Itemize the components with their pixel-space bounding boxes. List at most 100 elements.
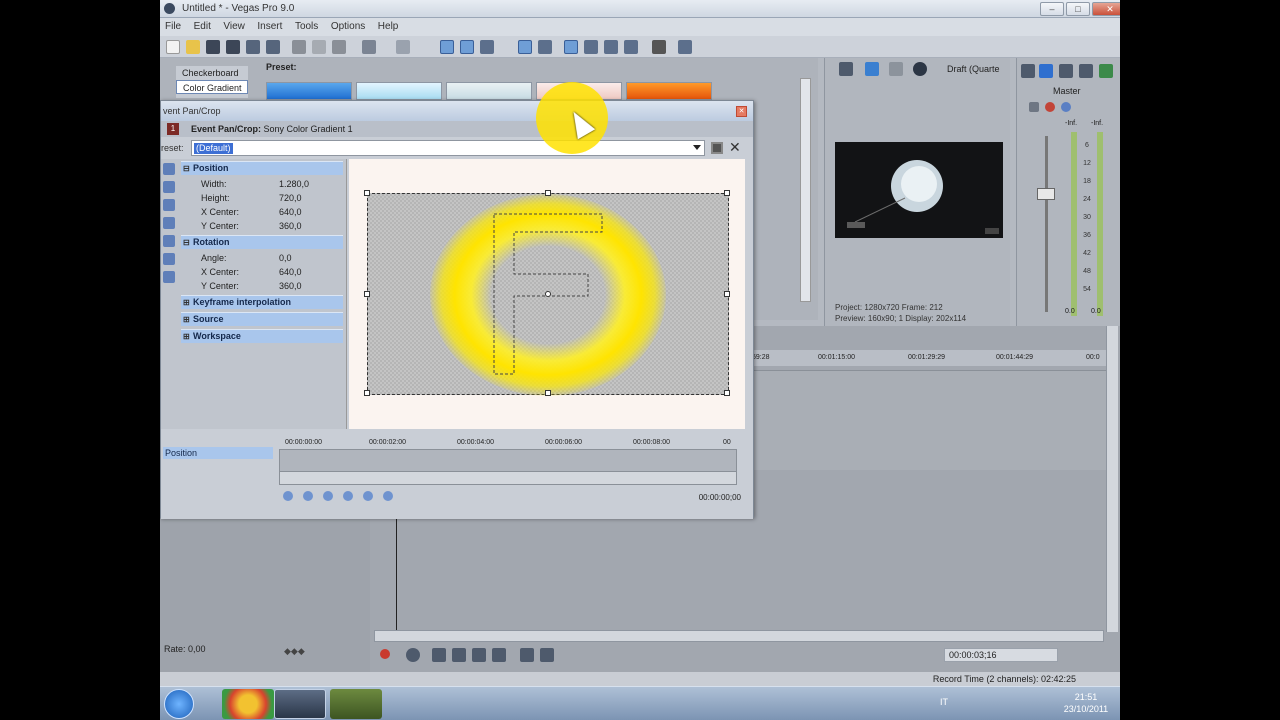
- go-to-end-icon[interactable]: [540, 648, 554, 662]
- render-icon[interactable]: [246, 40, 260, 54]
- prop-y-center[interactable]: Y Center: 360,0: [201, 219, 343, 233]
- lock-envelopes-icon[interactable]: [460, 40, 474, 54]
- preset-thumbnail[interactable]: [266, 82, 352, 100]
- media-scrollbar[interactable]: [800, 78, 811, 302]
- stop-icon[interactable]: [492, 648, 506, 662]
- vegas-task-icon[interactable]: [274, 689, 326, 719]
- bus-solo-icon[interactable]: [1061, 102, 1071, 112]
- category-position[interactable]: Position: [181, 161, 343, 175]
- prop-value[interactable]: 0,0: [279, 251, 292, 265]
- crop-handle[interactable]: [724, 390, 730, 396]
- crop-handle[interactable]: [545, 390, 551, 396]
- timeline-ruler[interactable]: 59:28 00:01:15:00 00:01:29:29 00:01:44:2…: [752, 350, 1108, 366]
- first-keyframe-icon[interactable]: [283, 491, 293, 501]
- go-to-start-icon[interactable]: [520, 648, 534, 662]
- category-rotation[interactable]: Rotation: [181, 235, 343, 249]
- play-from-start-icon[interactable]: [432, 648, 446, 662]
- dialog-close-button[interactable]: ✕: [736, 106, 747, 117]
- crop-handle[interactable]: [545, 190, 551, 196]
- split-screen-icon[interactable]: [889, 62, 903, 76]
- keyframe-ruler[interactable]: 00:00:00:00 00:00:02:00 00:00:04:00 00:0…: [281, 435, 735, 449]
- delete-keyframe-icon[interactable]: [383, 491, 393, 501]
- system-clock[interactable]: 21:51 23/10/2011: [1056, 691, 1116, 715]
- menu-view[interactable]: View: [218, 18, 250, 32]
- language-indicator[interactable]: IT: [940, 697, 948, 707]
- move-tool-icon[interactable]: [163, 181, 175, 193]
- preset-dropdown[interactable]: (Default): [191, 140, 705, 156]
- minimize-button[interactable]: –: [1040, 2, 1064, 16]
- menu-options[interactable]: Options: [326, 18, 370, 32]
- open-folder-icon[interactable]: [186, 40, 200, 54]
- prop-value[interactable]: 640,0: [279, 265, 302, 279]
- play-icon[interactable]: [452, 648, 466, 662]
- bus-mute-icon[interactable]: [1045, 102, 1055, 112]
- zoom-tool-icon[interactable]: [163, 199, 175, 211]
- last-keyframe-icon[interactable]: [343, 491, 353, 501]
- timeline-horizontal-scrollbar[interactable]: [374, 630, 1104, 642]
- envelope-tool-icon[interactable]: [564, 40, 578, 54]
- crop-frame[interactable]: [364, 190, 730, 396]
- prop-value[interactable]: 640,0: [279, 205, 302, 219]
- new-file-icon[interactable]: [166, 40, 180, 54]
- menu-insert[interactable]: Insert: [252, 18, 287, 32]
- move-freely-icon[interactable]: [163, 271, 175, 283]
- auto-ripple-icon[interactable]: [440, 40, 454, 54]
- paste-icon[interactable]: [332, 40, 346, 54]
- properties-icon[interactable]: [266, 40, 280, 54]
- lock-aspect-icon[interactable]: [163, 235, 175, 247]
- rate-slider[interactable]: ◆◆◆: [284, 646, 308, 656]
- track-events-area[interactable]: [752, 370, 1106, 470]
- previous-keyframe-icon[interactable]: [303, 491, 313, 501]
- close-button[interactable]: ✕: [1092, 2, 1120, 16]
- copy-icon[interactable]: [312, 40, 326, 54]
- preview-quality-select[interactable]: Draft (Quarte: [947, 64, 1000, 74]
- tree-item-color-gradient[interactable]: Color Gradient: [176, 80, 248, 94]
- recorder-task-icon[interactable]: [330, 689, 382, 719]
- save-as-icon[interactable]: [226, 40, 240, 54]
- cut-icon[interactable]: [292, 40, 306, 54]
- chevron-down-icon[interactable]: [693, 145, 701, 150]
- prop-value[interactable]: 1.280,0: [279, 177, 309, 191]
- menu-tools[interactable]: Tools: [290, 18, 323, 32]
- preset-thumbnail[interactable]: [626, 82, 712, 100]
- record-icon[interactable]: [380, 649, 390, 659]
- script-icon[interactable]: [652, 40, 666, 54]
- selection-tool-icon[interactable]: [584, 40, 598, 54]
- category-keyframe-interpolation[interactable]: Keyframe interpolation: [181, 295, 343, 309]
- preview-properties-icon[interactable]: [839, 62, 853, 76]
- category-source[interactable]: Source: [181, 312, 343, 326]
- master-fader-handle[interactable]: [1037, 188, 1055, 200]
- pan-crop-canvas[interactable]: [349, 159, 745, 429]
- mixer-window-icon[interactable]: [1099, 64, 1113, 78]
- edit-details-icon[interactable]: [624, 40, 638, 54]
- keyframe-scrollbar[interactable]: [279, 471, 737, 485]
- crop-handle[interactable]: [364, 390, 370, 396]
- menu-file[interactable]: File: [160, 18, 186, 32]
- downmix-icon[interactable]: [1059, 64, 1073, 78]
- crop-handle[interactable]: [364, 291, 370, 297]
- prop-value[interactable]: 360,0: [279, 219, 302, 233]
- prop-value[interactable]: 360,0: [279, 279, 302, 293]
- dialog-titlebar[interactable]: vent Pan/Crop ✕: [161, 101, 753, 121]
- redo-icon[interactable]: [396, 40, 410, 54]
- normal-edit-tool-icon[interactable]: [538, 40, 552, 54]
- timecode-display[interactable]: 00:00:03;16: [944, 648, 1058, 662]
- next-keyframe-icon[interactable]: [323, 491, 333, 501]
- zoom-tool-icon[interactable]: [604, 40, 618, 54]
- prop-rotation-y-center[interactable]: Y Center: 360,0: [201, 279, 343, 293]
- pause-icon[interactable]: [472, 648, 486, 662]
- mixer-properties-icon[interactable]: [1021, 64, 1035, 78]
- dim-output-icon[interactable]: [1079, 64, 1093, 78]
- crop-center-handle[interactable]: [545, 291, 551, 297]
- prop-value[interactable]: 720,0: [279, 191, 302, 205]
- add-keyframe-icon[interactable]: [363, 491, 373, 501]
- save-icon[interactable]: [206, 40, 220, 54]
- normal-edit-tool-icon[interactable]: [163, 163, 175, 175]
- bus-fx-icon[interactable]: [1029, 102, 1039, 112]
- snap-to-grid-icon[interactable]: [163, 217, 175, 229]
- crop-handle[interactable]: [364, 190, 370, 196]
- keyframe-track-label[interactable]: Position: [163, 447, 273, 459]
- tree-item-checkerboard[interactable]: Checkerboard: [176, 66, 248, 80]
- prop-rotation-x-center[interactable]: X Center: 640,0: [201, 265, 343, 279]
- scale-about-center-icon[interactable]: [163, 253, 175, 265]
